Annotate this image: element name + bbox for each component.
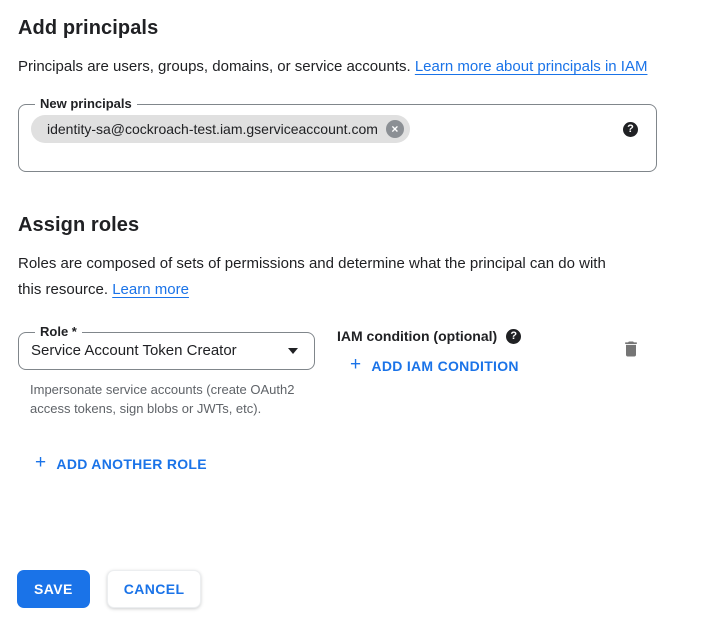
role-label: Role *	[35, 325, 82, 339]
assign-roles-title: Assign roles	[18, 213, 695, 237]
principal-chip: identity-sa@cockroach-test.iam.gservicea…	[31, 115, 410, 143]
role-row: Role * Service Account Token Creator Imp…	[18, 325, 695, 418]
new-principals-help-icon[interactable]: ?	[623, 122, 638, 137]
add-principals-description-text: Principals are users, groups, domains, o…	[18, 58, 415, 75]
iam-condition-label: IAM condition (optional)	[337, 328, 497, 344]
assign-roles-description: Roles are composed of sets of permission…	[18, 251, 626, 303]
learn-more-roles-link[interactable]: Learn more	[112, 281, 189, 298]
plus-icon: +	[350, 355, 361, 374]
iam-condition-column: IAM condition (optional) ? + ADD IAM CON…	[337, 325, 521, 375]
iam-condition-help-icon[interactable]: ?	[506, 329, 521, 344]
trash-icon	[621, 338, 641, 360]
add-principals-panel: Add principals Principals are users, gro…	[0, 0, 713, 629]
new-principals-field[interactable]: New principals identity-sa@cockroach-tes…	[18, 97, 657, 172]
role-selected-value: Service Account Token Creator	[31, 342, 237, 359]
add-iam-condition-label: ADD IAM CONDITION	[371, 358, 518, 374]
assign-roles-description-text: Roles are composed of sets of permission…	[18, 255, 606, 298]
add-iam-condition-button[interactable]: + ADD IAM CONDITION	[350, 357, 519, 374]
add-another-role-button[interactable]: + ADD ANOTHER ROLE	[35, 455, 207, 472]
new-principals-label: New principals	[35, 97, 137, 111]
add-principals-title: Add principals	[18, 16, 695, 40]
add-principals-description: Principals are users, groups, domains, o…	[18, 54, 666, 80]
delete-role-button[interactable]	[621, 338, 641, 360]
cancel-button[interactable]: CANCEL	[107, 570, 202, 608]
add-another-role-label: ADD ANOTHER ROLE	[56, 456, 207, 472]
dropdown-arrow-icon	[288, 348, 298, 354]
role-select[interactable]: Role * Service Account Token Creator	[18, 325, 315, 370]
dialog-actions: SAVE CANCEL	[17, 570, 201, 608]
role-helper-text: Impersonate service accounts (create OAu…	[18, 380, 303, 418]
plus-icon: +	[35, 453, 46, 472]
new-principals-row: identity-sa@cockroach-test.iam.gservicea…	[31, 111, 644, 171]
learn-more-principals-link[interactable]: Learn more about principals in IAM	[415, 58, 648, 75]
role-value-row: Service Account Token Creator	[31, 339, 302, 369]
iam-condition-label-row: IAM condition (optional) ?	[337, 328, 521, 344]
save-button[interactable]: SAVE	[17, 570, 90, 608]
chip-remove-icon[interactable]: ×	[386, 120, 404, 138]
principal-chip-label: identity-sa@cockroach-test.iam.gservicea…	[47, 121, 378, 137]
role-column: Role * Service Account Token Creator Imp…	[18, 325, 315, 418]
